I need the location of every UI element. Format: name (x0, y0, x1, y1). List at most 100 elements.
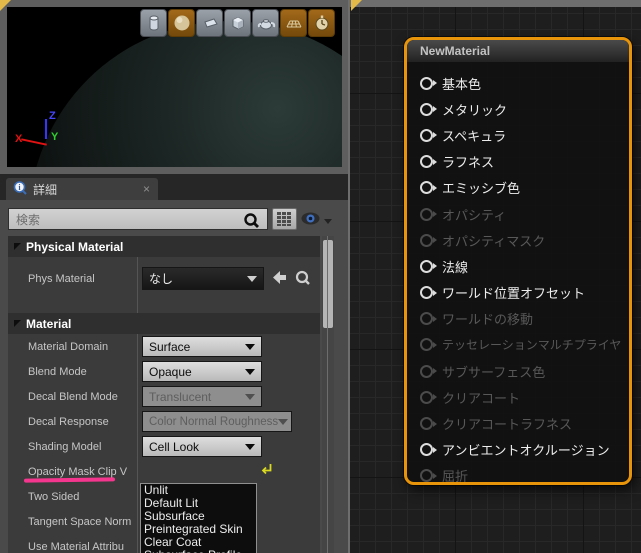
preview-viewport-frame: Z Y X (0, 0, 348, 174)
shading-model-combo[interactable]: Cell Look (142, 436, 262, 457)
pin-ambient-occlusion[interactable]: アンビエントオクルージョン (420, 437, 629, 463)
pin-refraction: 屈折 (420, 463, 629, 482)
pin-base-color[interactable]: 基本色 (420, 70, 629, 96)
pin-circle-icon (420, 286, 437, 300)
details-info-icon: i (13, 180, 27, 198)
phys-material-combo[interactable]: なし (142, 267, 264, 290)
pin-tessellation-multiplier: テッセレーションマルチプライヤ (420, 332, 629, 358)
section-title: Material (26, 316, 72, 331)
pin-circle-icon (420, 338, 437, 352)
row-shading-model: Shading Model Cell Look (8, 434, 320, 459)
pin-circle-icon (420, 102, 437, 116)
pin-label: オパシティマスク (442, 233, 546, 249)
close-icon[interactable]: × (143, 182, 150, 196)
row-decal-blend-mode: Decal Blend Mode Translucent (8, 384, 320, 409)
pin-circle-icon (420, 155, 437, 169)
cylinder-icon[interactable] (140, 9, 167, 37)
pin-world-position-offset[interactable]: ワールド位置オフセット (420, 280, 629, 306)
pin-normal[interactable]: 法線 (420, 253, 629, 279)
pin-clear-coat: クリアコート (420, 384, 629, 410)
pin-circle-icon (420, 312, 437, 326)
details-scrollbar-thumb[interactable] (323, 240, 333, 328)
pin-label: サブサーフェス色 (442, 364, 546, 380)
tab-details[interactable]: i 詳細 × (6, 178, 158, 200)
axis-y-label: Y (51, 131, 59, 143)
column-divider (137, 384, 138, 409)
cube-icon[interactable] (224, 9, 251, 37)
column-divider (137, 509, 138, 534)
preview-sphere (29, 21, 342, 167)
row-decal-response: Decal Response Color Normal Roughness (8, 409, 320, 434)
active-tab-corner (0, 0, 11, 11)
pin-metallic[interactable]: メタリック (420, 96, 629, 122)
section-physical-material[interactable]: Physical Material (8, 236, 320, 257)
preview-viewport[interactable]: Z Y X (7, 7, 342, 167)
row-label: Use Material Attribu (28, 541, 124, 553)
search-input[interactable]: 検索 (8, 208, 268, 230)
combo-caret-icon (245, 393, 255, 400)
row-label: Decal Response (28, 416, 109, 428)
phys-material-value: なし (149, 272, 174, 286)
property-matrix-icon[interactable] (272, 208, 297, 230)
row-label: Two Sided (28, 491, 80, 503)
column-divider (137, 484, 138, 509)
row-label: Decal Blend Mode (28, 391, 118, 403)
collapse-arrow-icon (14, 243, 21, 250)
pin-circle-icon (420, 259, 437, 273)
pin-label: スペキュラ (442, 128, 507, 144)
pin-label: オパシティ (442, 207, 507, 223)
grid-floor-icon[interactable] (280, 9, 307, 37)
pin-label: 基本色 (442, 76, 482, 92)
chevron-down-icon (324, 218, 332, 224)
pin-label: ラフネス (442, 155, 495, 171)
sphere-icon[interactable] (168, 9, 195, 37)
row-label: Opacity Mask Clip V (28, 466, 128, 478)
combo-value: Translucent (149, 389, 212, 404)
shading-model-dropdown-list: Unlit Default Lit Subsurface Preintegrat… (140, 483, 257, 553)
section-material[interactable]: Material (8, 313, 320, 334)
blend-mode-combo[interactable]: Opaque (142, 361, 262, 382)
column-divider (137, 459, 138, 484)
eye-icon (301, 212, 320, 230)
column-divider (137, 257, 138, 313)
details-scrollbar-track[interactable] (322, 236, 334, 553)
material-result-node[interactable]: NewMaterial 基本色 メタリック スペキュラ ラフネス エミッシブ色 … (404, 37, 632, 485)
material-domain-combo[interactable]: Surface (142, 336, 262, 357)
realtime-stopwatch-icon[interactable] (308, 9, 335, 37)
pin-specular[interactable]: スペキュラ (420, 122, 629, 148)
row-label: Tangent Space Norm (28, 516, 132, 528)
view-options[interactable] (301, 212, 332, 230)
pin-label: アンビエントオクルージョン (442, 443, 610, 459)
teapot-icon[interactable] (252, 9, 279, 37)
combo-caret-icon (278, 418, 289, 425)
decal-response-combo: Color Normal Roughness (142, 411, 292, 432)
reset-to-default-icon[interactable] (260, 462, 273, 480)
pin-circle-icon (420, 390, 437, 404)
graph-canvas[interactable]: NewMaterial 基本色 メタリック スペキュラ ラフネス エミッシブ色 … (350, 7, 641, 553)
pin-circle-icon (420, 128, 437, 142)
pin-roughness[interactable]: ラフネス (420, 149, 629, 175)
pin-world-displacement: ワールドの移動 (420, 306, 629, 332)
pin-label: ワールド位置オフセット (442, 286, 586, 302)
use-selected-arrow-icon[interactable] (271, 269, 288, 291)
viewport-toolbar (140, 9, 335, 37)
row-label: Blend Mode (28, 366, 87, 378)
section-title: Physical Material (26, 239, 124, 254)
dropdown-item-subsurface-profile[interactable]: Subsurface Profile (141, 549, 256, 553)
tab-details-label: 詳細 (33, 182, 58, 197)
plane-icon[interactable] (196, 9, 223, 37)
combo-caret-icon (245, 343, 255, 350)
node-pin-list: 基本色 メタリック スペキュラ ラフネス エミッシブ色 オパシティ オパシティマ… (407, 62, 629, 482)
pin-circle-icon (420, 443, 437, 457)
node-header[interactable]: NewMaterial (407, 40, 629, 62)
pin-circle-icon (420, 181, 437, 195)
combo-value: Surface (149, 339, 191, 354)
pin-emissive-color[interactable]: エミッシブ色 (420, 175, 629, 201)
column-divider (137, 434, 138, 459)
browse-magnifier-icon[interactable] (294, 269, 312, 292)
pin-circle-icon (420, 76, 437, 90)
decal-blend-mode-combo: Translucent (142, 386, 262, 407)
node-title: NewMaterial (420, 44, 491, 58)
axis-z-line (45, 119, 47, 139)
row-material-domain: Material Domain Surface (8, 334, 320, 359)
